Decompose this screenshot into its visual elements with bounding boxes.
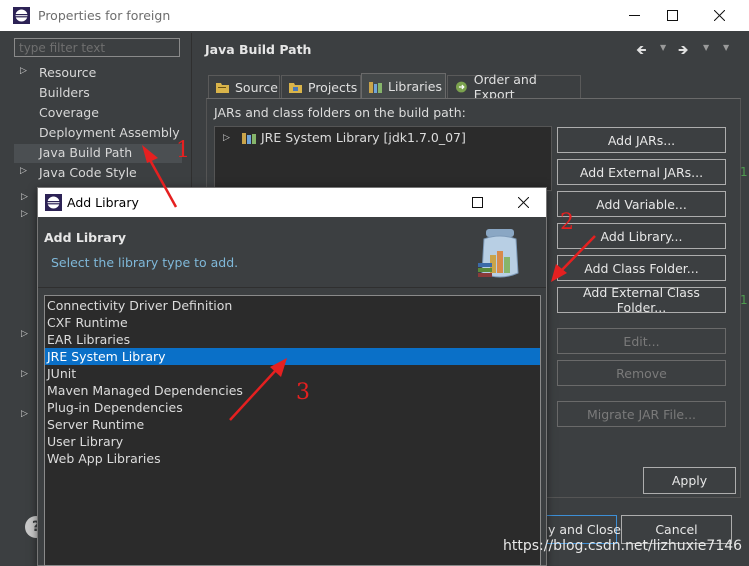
list-item[interactable]: Connectivity Driver Definition	[45, 297, 540, 314]
list-item-selected[interactable]: JRE System Library	[45, 348, 540, 365]
wizard-header: Add Library Select the library type to a…	[38, 217, 546, 287]
tree-item-label: Java Build Path	[39, 145, 133, 160]
expand-arrow-icon[interactable]: ▷	[21, 409, 28, 419]
page-title: Java Build Path	[205, 42, 312, 57]
arrow-forward-icon[interactable]: 🡺	[678, 41, 689, 63]
expand-arrow-icon[interactable]: ▷	[20, 166, 27, 176]
properties-title-bar[interactable]: Properties for foreign	[0, 0, 749, 31]
tab-source[interactable]: Source	[208, 75, 280, 98]
add-variable-button[interactable]: Add Variable...	[557, 191, 726, 217]
library-entry-label[interactable]: JRE System Library [jdk1.7.0_07]	[261, 130, 466, 145]
tree-item-builders[interactable]: Builders	[14, 84, 182, 103]
wizard-description: Select the library type to add.	[51, 255, 239, 270]
chevron-down-icon[interactable]: ▼	[660, 43, 666, 52]
add-library-button[interactable]: Add Library...	[557, 223, 726, 249]
tree-item-label: Builders	[39, 85, 90, 100]
filter-input[interactable]	[15, 39, 179, 56]
annotation-number-3: 3	[296, 380, 310, 405]
tab-libraries[interactable]: Libraries	[361, 73, 446, 99]
library-jar-icon	[369, 81, 382, 93]
tab-label: Libraries	[388, 79, 442, 94]
expand-arrow-icon[interactable]: ▷	[21, 329, 28, 339]
list-item[interactable]: Server Runtime	[45, 416, 540, 433]
header-separator	[38, 287, 546, 288]
order-export-icon	[455, 81, 467, 93]
eclipse-icon	[45, 194, 62, 211]
library-jar-icon	[242, 133, 256, 144]
editor-marker: 1	[740, 165, 748, 179]
add-external-jars-button[interactable]: Add External JARs...	[557, 159, 726, 185]
view-menu-icon[interactable]: ▼	[723, 43, 729, 52]
projects-icon	[289, 83, 302, 93]
list-item[interactable]: Maven Managed Dependencies	[45, 382, 540, 399]
migrate-jar-button[interactable]: Migrate JAR File...	[557, 401, 726, 427]
build-path-library-list[interactable]: ▷ JRE System Library [jdk1.7.0_07]	[214, 126, 552, 191]
properties-tree: ▷ Resource Builders Coverage Deployment …	[14, 63, 182, 193]
add-external-class-folder-button[interactable]: Add External Class Folder...	[557, 285, 726, 315]
tree-item-label: Java Code Style	[39, 165, 137, 180]
wizard-title: Add Library	[44, 230, 127, 245]
library-wizard-icon	[478, 229, 519, 278]
tree-item-resource[interactable]: ▷ Resource	[14, 64, 182, 83]
add-library-window-title: Add Library	[67, 195, 139, 210]
list-item[interactable]: CXF Runtime	[45, 314, 540, 331]
eclipse-icon	[13, 7, 30, 24]
tab-order-and-export[interactable]: Order and Export	[447, 72, 581, 102]
tree-item-coverage[interactable]: Coverage	[14, 104, 182, 123]
annotation-number-2: 2	[560, 210, 574, 235]
expand-arrow-icon[interactable]: ▷	[223, 133, 230, 143]
close-icon[interactable]	[500, 188, 546, 217]
filter-field[interactable]	[14, 38, 180, 57]
expand-arrow-icon[interactable]: ▷	[20, 66, 27, 76]
remove-button[interactable]: Remove	[557, 360, 726, 386]
add-class-folder-button[interactable]: Add Class Folder...	[557, 255, 726, 281]
tree-item-label: Deployment Assembly	[39, 125, 180, 140]
expand-arrow-icon[interactable]: ▷	[21, 192, 28, 202]
edit-button[interactable]: Edit...	[557, 328, 726, 354]
list-item[interactable]: Plug-in Dependencies	[45, 399, 540, 416]
tree-item-label: Coverage	[39, 105, 99, 120]
tab-label: Projects	[308, 79, 358, 95]
tree-item-java-code-style[interactable]: ▷ Java Code Style	[14, 164, 182, 183]
tree-item-deployment-assembly[interactable]: Deployment Assembly	[14, 124, 182, 143]
expand-arrow-icon[interactable]: ▷	[21, 369, 28, 379]
list-item[interactable]: Web App Libraries	[45, 450, 540, 467]
expand-arrow-icon[interactable]: ▷	[21, 209, 28, 219]
maximize-icon[interactable]	[454, 188, 500, 217]
library-type-list[interactable]: Connectivity Driver Definition CXF Runti…	[44, 295, 541, 566]
tab-projects[interactable]: Projects	[281, 75, 361, 98]
add-library-title-bar[interactable]: Add Library	[38, 188, 546, 217]
source-folder-icon	[216, 83, 229, 93]
editor-marker: 1	[740, 293, 748, 307]
add-library-dialog: Add Library Add Library Select the libra…	[37, 187, 547, 566]
chevron-down-icon[interactable]: ▼	[703, 43, 709, 52]
apply-and-close-label: y and Close	[548, 522, 621, 537]
close-icon[interactable]	[696, 0, 742, 31]
arrow-back-icon[interactable]: 🡸	[636, 41, 647, 63]
add-jars-button[interactable]: Add JARs...	[557, 127, 726, 153]
tree-item-java-build-path[interactable]: Java Build Path	[14, 144, 182, 163]
tree-item-label: Resource	[39, 65, 97, 80]
apply-button[interactable]: Apply	[643, 467, 736, 494]
annotation-number-1: 1	[176, 138, 190, 163]
tab-label: Source	[235, 79, 278, 95]
maximize-icon[interactable]	[649, 0, 695, 31]
jars-label: JARs and class folders on the build path…	[214, 105, 466, 120]
list-item[interactable]: EAR Libraries	[45, 331, 540, 348]
properties-window-title: Properties for foreign	[38, 8, 171, 23]
watermark-text: https://blog.csdn.net/lizhuxie7146	[503, 538, 743, 554]
list-item[interactable]: User Library	[45, 433, 540, 450]
list-item[interactable]: JUnit	[45, 365, 540, 382]
